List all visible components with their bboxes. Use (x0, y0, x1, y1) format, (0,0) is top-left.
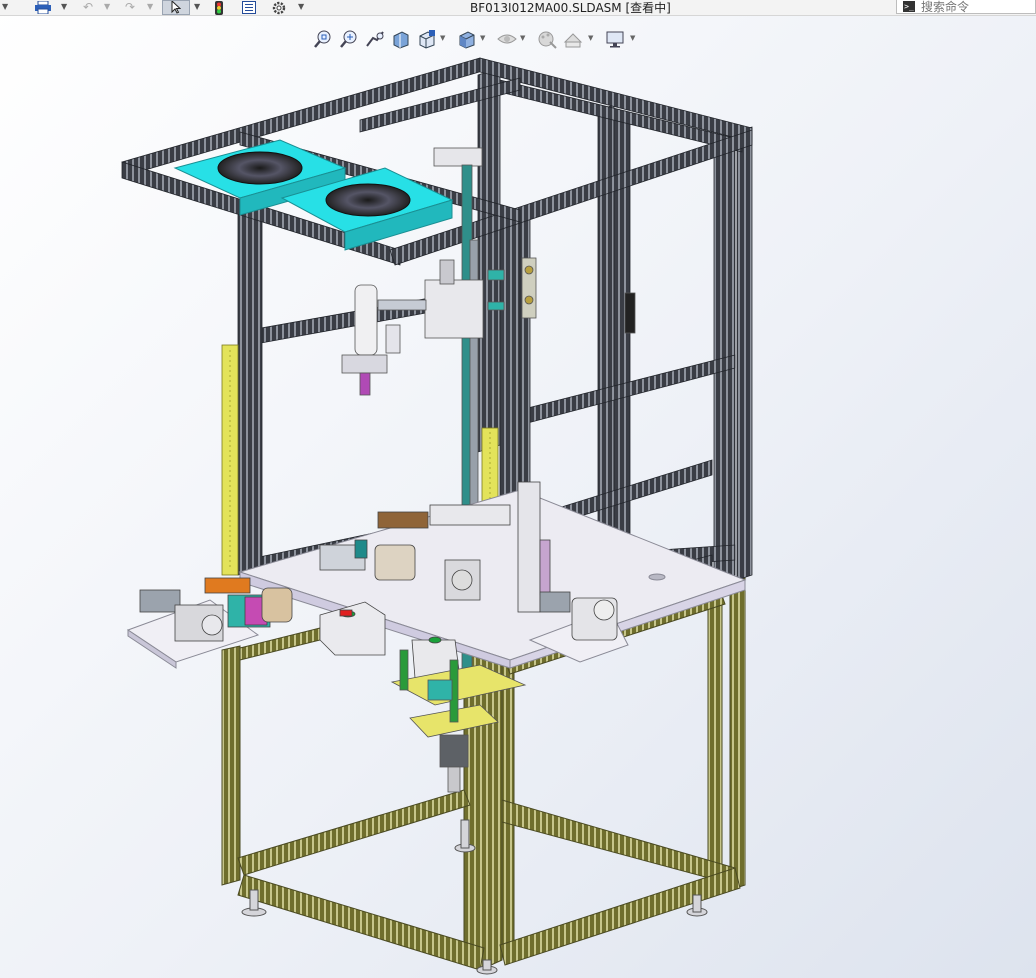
file-properties-icon[interactable] (238, 0, 260, 15)
redo-dropdown-arrow-icon[interactable]: ▼ (147, 0, 153, 13)
print-dropdown-arrow-icon[interactable]: ▼ (61, 0, 67, 13)
select-icon[interactable] (162, 0, 190, 15)
new-dropdown-arrow-icon[interactable]: ▼ (2, 0, 8, 13)
options-dropdown-arrow-icon[interactable]: ▼ (298, 0, 304, 13)
options-icon[interactable] (268, 0, 290, 15)
command-prompt-icon: >_ (903, 1, 915, 12)
document-title: BF013I012MA00.SLDASM [查看中] (470, 1, 671, 15)
print-icon[interactable] (32, 0, 54, 15)
undo-dropdown-arrow-icon[interactable]: ▼ (104, 0, 110, 13)
select-dropdown-arrow-icon[interactable]: ▼ (194, 0, 200, 13)
rebuild-icon[interactable] (208, 0, 230, 15)
graphics-area[interactable] (0, 15, 1036, 978)
redo-icon[interactable]: ↷ (120, 0, 140, 15)
undo-icon[interactable]: ↶ (78, 0, 98, 15)
search-input[interactable] (915, 0, 1031, 13)
search-box[interactable]: >_ (896, 0, 1036, 14)
title-bar: ▼ ▼ ↶ ▼ ↷ ▼ ▼ ▼ BF013I012MA00.SLDASM [查看… (0, 0, 1036, 16)
